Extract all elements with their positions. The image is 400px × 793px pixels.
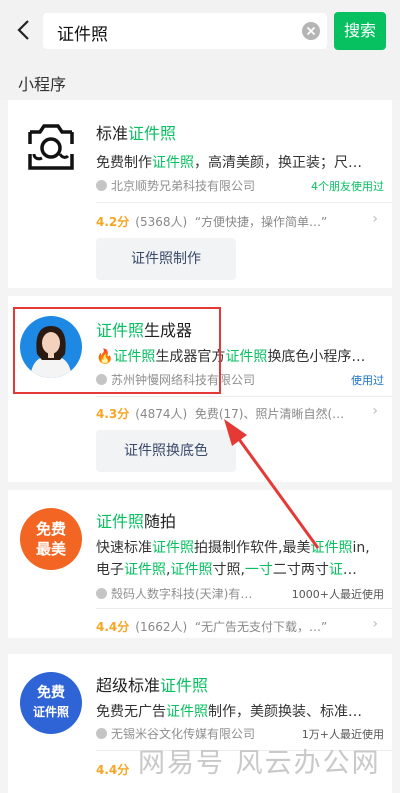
annotation-arrow	[224, 419, 320, 549]
watermark: 网易号 风云办公网	[138, 748, 381, 779]
